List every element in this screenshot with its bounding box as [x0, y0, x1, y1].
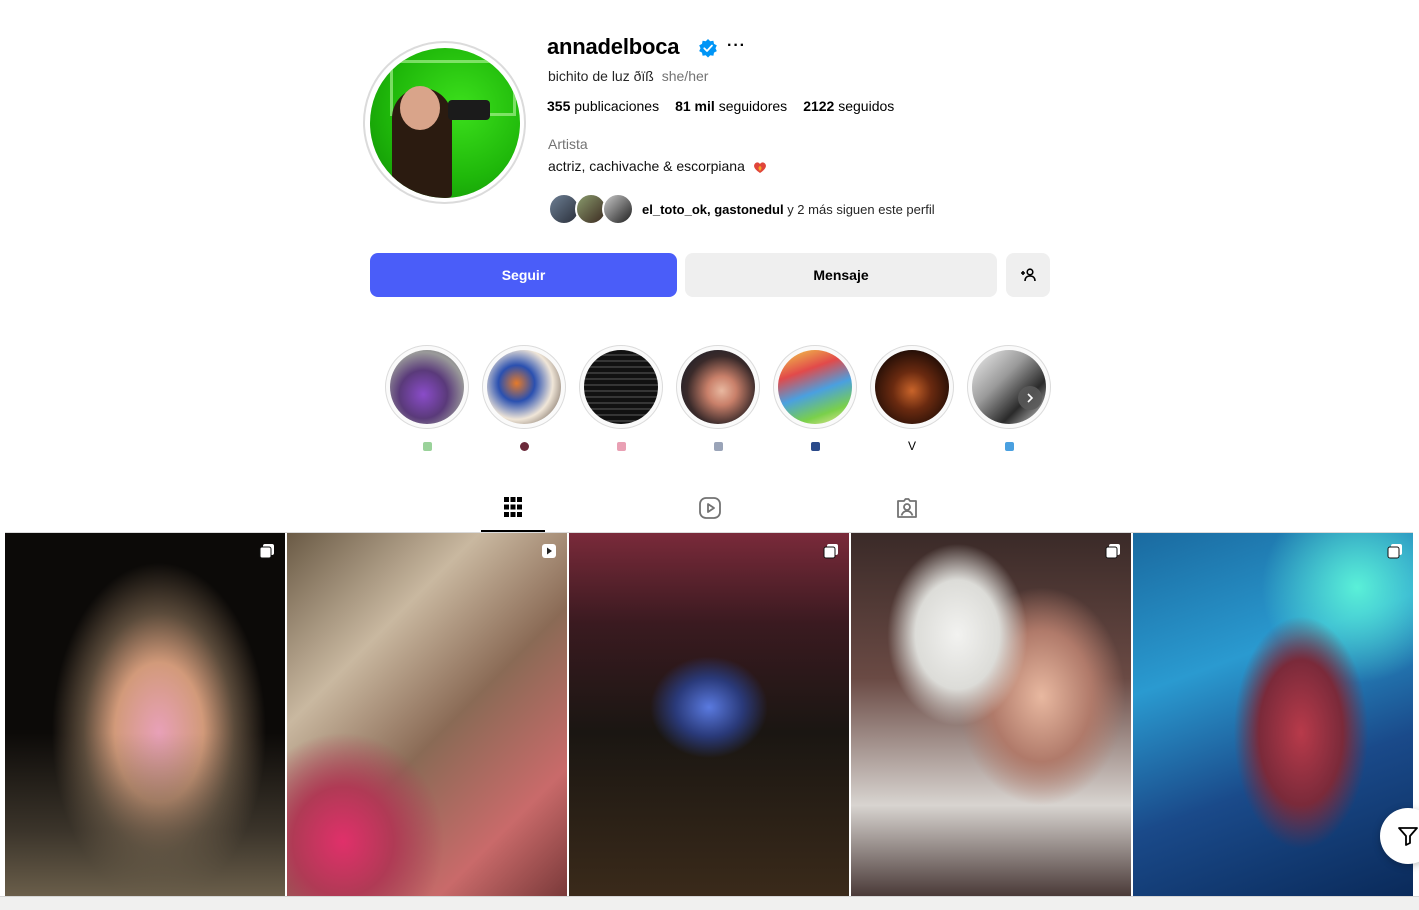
tab-reels[interactable] [678, 496, 742, 532]
grid-icon [504, 497, 522, 517]
profile-subtitle: bichito de luz ðïß she/her [548, 68, 708, 84]
profile-bio: actriz, cachivache & escorpiana [548, 158, 767, 174]
profile-avatar[interactable] [363, 41, 526, 204]
story-highlight[interactable] [385, 345, 469, 453]
tab-tagged[interactable] [875, 496, 939, 532]
profile-username: annadelboca [547, 34, 680, 59]
followers-stat[interactable]: 81 mil seguidores [675, 98, 787, 114]
tab-posts[interactable] [481, 496, 545, 532]
chevron-right-icon [1027, 393, 1034, 403]
profile-name: bichito de luz ðïß [548, 68, 654, 84]
profile-stats: 355 publicaciones 81 mil seguidores 2122… [547, 98, 894, 114]
clip-icon [542, 544, 556, 558]
posts-stat: 355 publicaciones [547, 98, 660, 114]
post-thumbnail[interactable] [287, 533, 567, 896]
followed-by-text[interactable]: el_toto_ok, gastonedul y 2 más siguen es… [642, 202, 935, 217]
carousel-icon [259, 544, 274, 559]
profile-avatar-image [369, 47, 520, 198]
carousel-icon [1105, 544, 1120, 559]
highlights-next-button[interactable] [1018, 386, 1042, 410]
post-thumbnail[interactable] [1133, 533, 1413, 896]
carousel-icon [1387, 544, 1402, 559]
taskbar-strip [0, 896, 1419, 910]
post-thumbnail[interactable] [851, 533, 1131, 896]
verified-badge-icon [699, 39, 717, 58]
more-options-icon[interactable]: ··· [727, 37, 746, 55]
reels-icon [699, 497, 721, 519]
story-highlight[interactable] [482, 345, 566, 453]
add-person-icon [1021, 268, 1036, 282]
suggested-accounts-button[interactable] [1006, 253, 1050, 297]
message-button[interactable]: Mensaje [685, 253, 997, 297]
follower-avatar [602, 193, 634, 225]
tagged-icon [897, 498, 917, 518]
carousel-icon [823, 544, 838, 559]
heart-fire-icon [753, 162, 766, 173]
profile-category: Artista [548, 136, 588, 152]
follow-button[interactable]: Seguir [370, 253, 677, 297]
profile-pronouns: she/her [661, 68, 709, 84]
story-highlight-label: V [907, 439, 916, 453]
post-thumbnail[interactable] [5, 533, 285, 896]
story-highlight[interactable] [773, 345, 857, 453]
post-thumbnail[interactable] [569, 533, 849, 896]
story-highlight[interactable] [676, 345, 760, 453]
story-highlight[interactable] [579, 345, 663, 453]
story-highlight[interactable]: V [870, 345, 954, 453]
followed-by-avatars[interactable] [548, 193, 636, 227]
filter-icon [1398, 827, 1418, 846]
following-stat[interactable]: 2122 seguidos [803, 98, 894, 114]
